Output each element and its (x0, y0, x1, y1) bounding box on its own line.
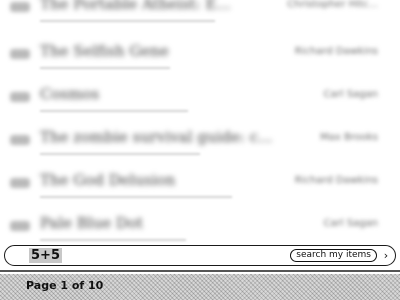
book-icon (10, 49, 30, 59)
kindle-home-screen: The Portable Atheist: E... Christopher H… (0, 0, 400, 300)
search-bar[interactable]: 5+5 search my items › (4, 245, 396, 266)
list-item[interactable]: The zombie survival guide: c... Max Broo… (0, 115, 400, 159)
item-underline (40, 67, 170, 69)
item-author: Richard Dawkins (294, 46, 378, 57)
item-author: Carl Sagan (323, 218, 378, 229)
list-item[interactable]: The God Delusion Richard Dawkins (0, 158, 400, 202)
item-title: The Portable Atheist: E... (40, 0, 231, 13)
item-underline (40, 20, 215, 22)
item-title: Cosmos (40, 85, 100, 103)
item-underline (40, 239, 186, 241)
divider (0, 270, 400, 272)
item-author: Max Brooks (320, 132, 378, 143)
item-author: Richard Dawkins (294, 175, 378, 186)
list-item[interactable]: Pale Blue Dot Carl Sagan (0, 201, 400, 245)
item-author: Christopher Hitc... (287, 0, 378, 10)
item-underline (40, 196, 232, 198)
item-title: The God Delusion (40, 171, 176, 189)
item-author: Carl Sagan (323, 89, 378, 100)
book-icon (10, 221, 30, 231)
item-title: Pale Blue Dot (40, 214, 144, 232)
list-item[interactable]: Cosmos Carl Sagan (0, 72, 400, 116)
book-icon (10, 178, 30, 188)
search-my-items-button[interactable]: search my items (290, 249, 377, 262)
list-item[interactable]: The Selfish Gene Richard Dawkins (0, 29, 400, 73)
item-title: The zombie survival guide: c... (40, 128, 273, 146)
status-bar: Page 1 of 10 (0, 274, 400, 300)
chevron-right-icon[interactable]: › (381, 249, 391, 262)
item-underline (40, 153, 200, 155)
item-title: The Selfish Gene (40, 42, 169, 60)
search-input[interactable]: 5+5 (29, 248, 62, 263)
item-underline (40, 110, 188, 112)
book-icon (10, 2, 30, 12)
page-indicator: Page 1 of 10 (26, 279, 104, 292)
book-icon (10, 135, 30, 145)
book-icon (10, 92, 30, 102)
list-item[interactable]: The Portable Atheist: E... Christopher H… (0, 0, 400, 26)
